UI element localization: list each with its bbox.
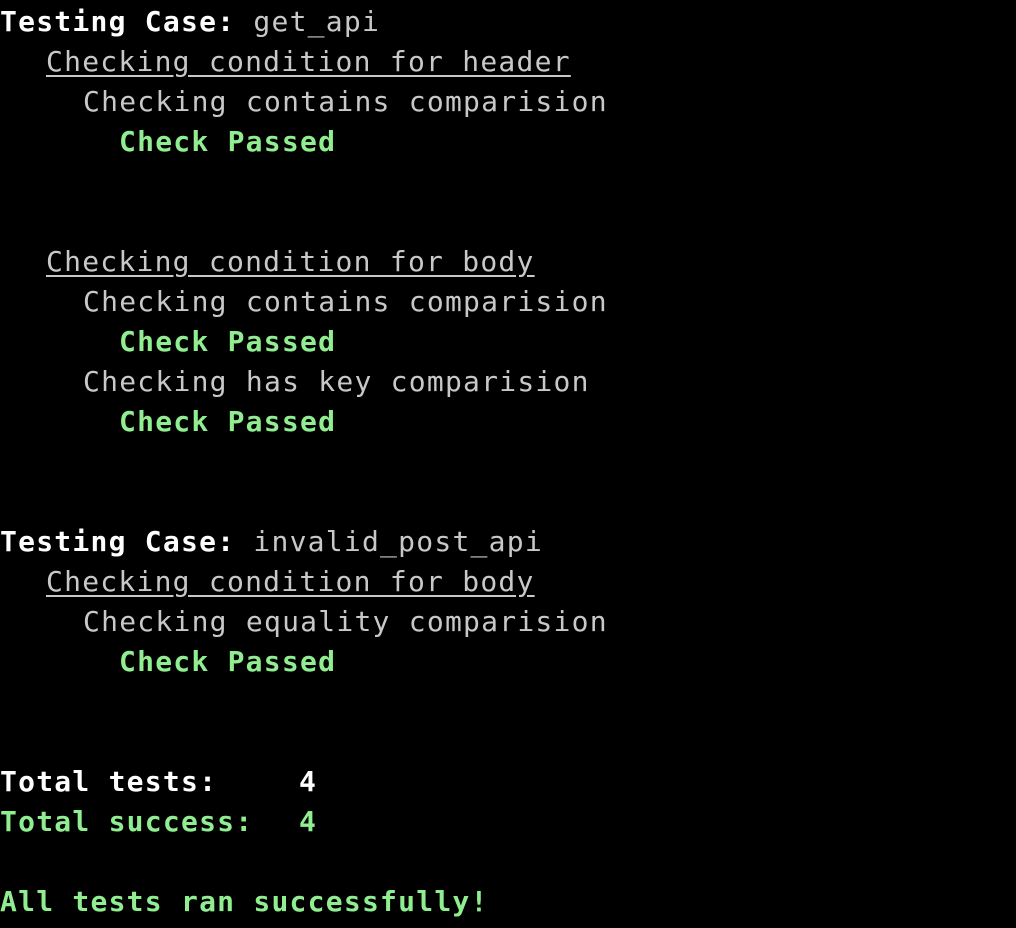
condition-title: Checking condition for body [46,565,535,598]
total-tests-value: 4 [299,765,318,798]
check-description: Checking contains comparision [83,285,608,318]
test-case-label: Testing Case: [0,525,254,558]
final-status-message: All tests ran successfully! [0,885,489,918]
check-result: Check Passed [119,405,337,438]
condition-title: Checking condition for header [46,45,571,78]
total-success-value: 4 [299,805,318,838]
test-case-header: Testing Case: get_api [0,2,380,42]
check-description: Checking contains comparision [83,85,608,118]
condition-title: Checking condition for body [46,245,535,278]
total-tests-label: Total tests: [0,765,218,798]
test-case-name: get_api [253,5,381,38]
test-case-label: Testing Case: [0,5,254,38]
check-result: Check Passed [119,325,337,358]
total-success-label: Total success: [0,805,254,838]
check-description: Checking equality comparision [83,605,608,638]
check-result: Check Passed [119,645,337,678]
test-case-header: Testing Case: invalid_post_api [0,522,543,562]
check-result: Check Passed [119,125,337,158]
test-case-name: invalid_post_api [253,525,543,558]
check-description: Checking has key comparision [83,365,590,398]
terminal-output: Testing Case: get_api Checking condition… [0,0,1016,928]
